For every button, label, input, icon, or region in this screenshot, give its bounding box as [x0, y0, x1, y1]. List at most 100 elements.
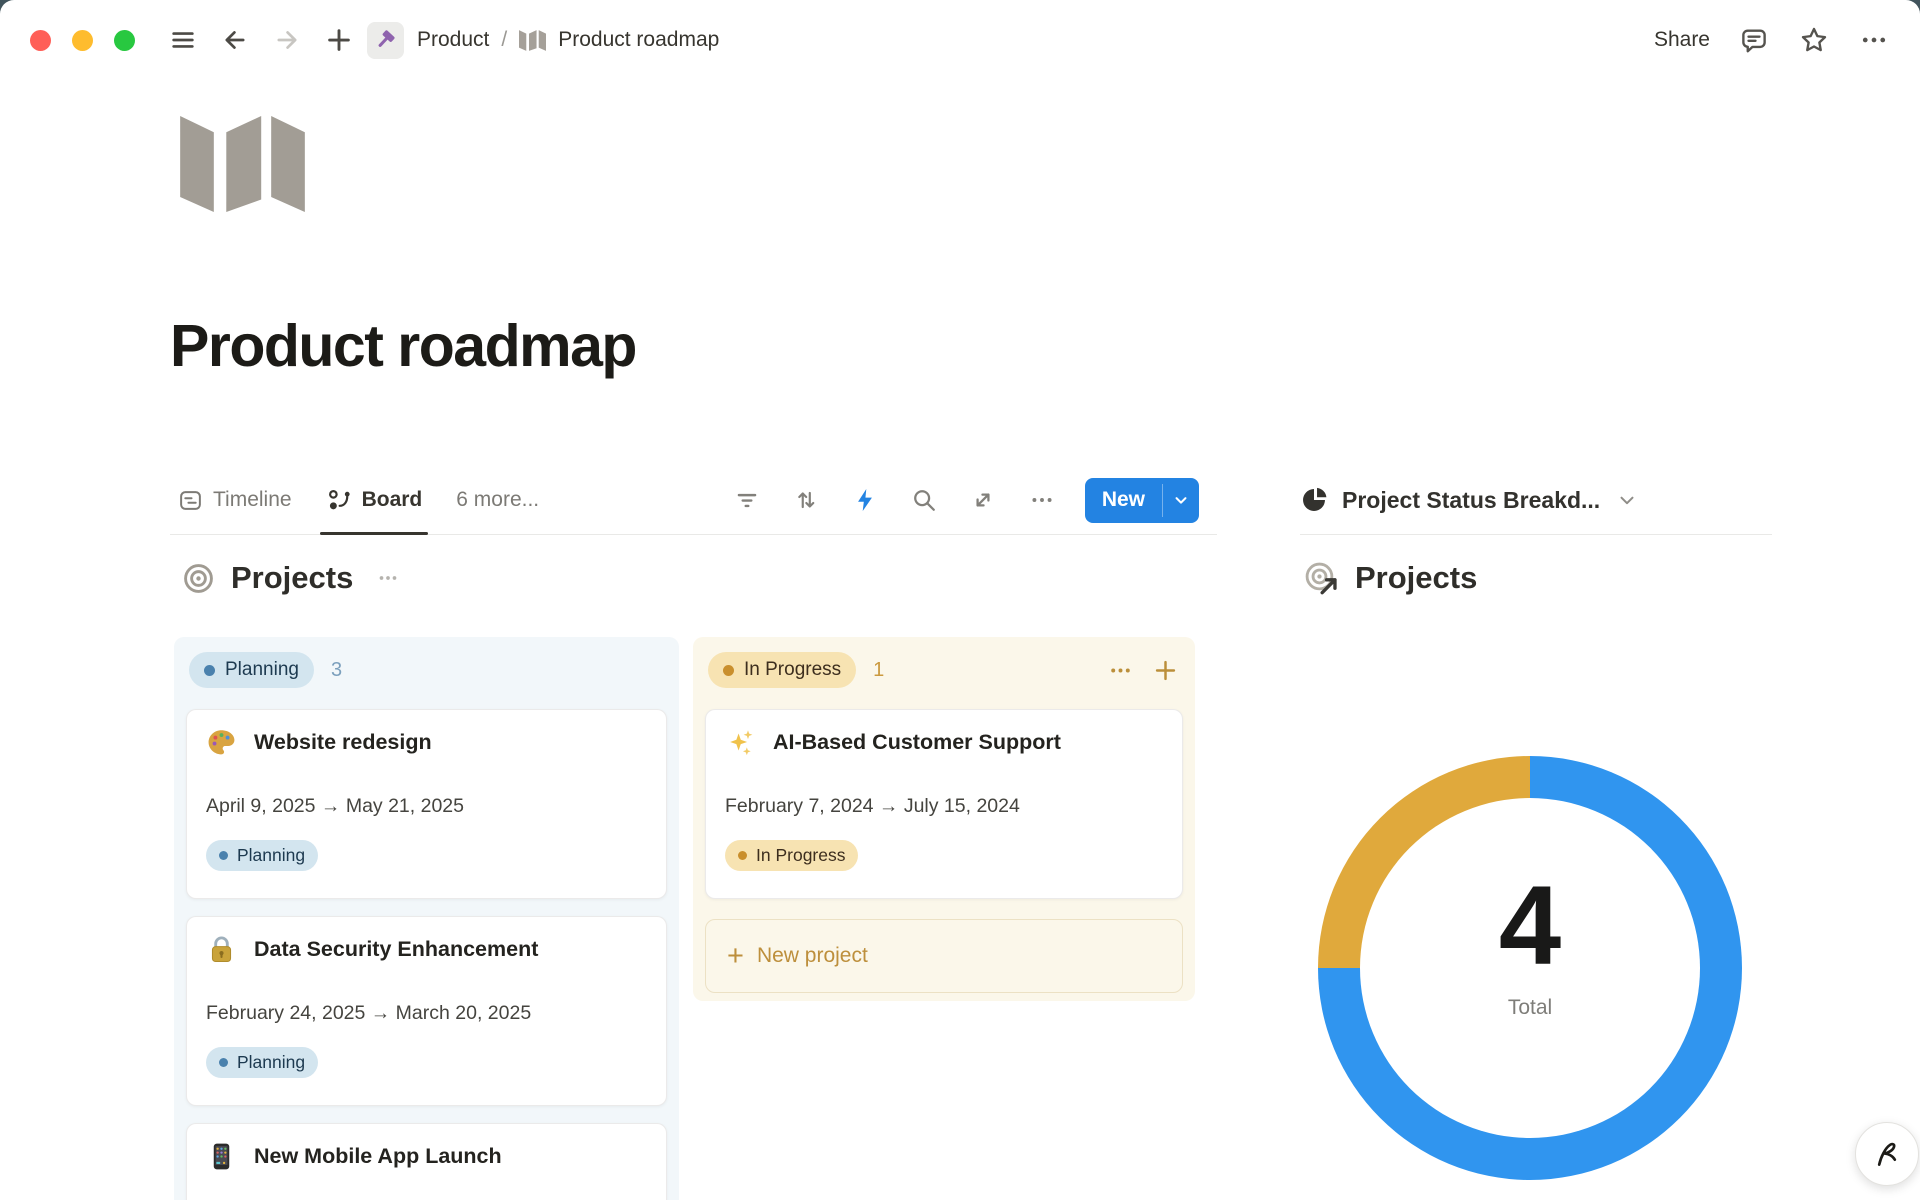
card-status-label: Planning [237, 845, 305, 866]
search-button[interactable] [908, 484, 940, 516]
automation-bolt-icon [852, 487, 878, 513]
automations-button[interactable] [849, 484, 881, 516]
chart-view-selector-label: Project Status Breakd... [1342, 487, 1600, 514]
new-tab-button[interactable] [323, 24, 355, 56]
app-window: Product / Product roadmap Share [0, 0, 1920, 1200]
new-button[interactable]: New [1085, 478, 1162, 523]
status-pill-planning[interactable]: Planning [189, 652, 314, 688]
card-status-tag: Planning [206, 840, 318, 871]
board-view-icon [326, 487, 352, 513]
status-pill-label: Planning [225, 659, 299, 681]
pie-chart-icon [1300, 486, 1328, 514]
status-dot [738, 851, 747, 860]
ai-scribble-icon [1870, 1137, 1904, 1171]
status-pill-in-progress[interactable]: In Progress [708, 652, 856, 688]
tab-timeline-label: Timeline [213, 488, 292, 512]
more-views-button[interactable]: 6 more... [456, 488, 539, 512]
expand-button[interactable] [967, 484, 999, 516]
column-header-in-progress: In Progress 1 [693, 637, 1195, 688]
new-project-label: New project [757, 944, 868, 968]
board-column-planning: Planning 3 Website redesign April 9, 202… [174, 637, 679, 1200]
card-status-tag: Planning [206, 1047, 318, 1078]
column-options-button[interactable] [1108, 658, 1133, 683]
card-status-label: Planning [237, 1052, 305, 1073]
filter-button[interactable] [731, 484, 763, 516]
donut-center: 4 Total [1318, 870, 1742, 1020]
notion-ai-button[interactable] [1855, 1122, 1919, 1186]
column-header-planning: Planning 3 [174, 637, 679, 688]
breadcrumb-teamspace[interactable]: Product [417, 28, 489, 52]
palette-icon [206, 727, 237, 758]
tab-timeline[interactable]: Timeline [170, 466, 300, 534]
new-button-dropdown[interactable] [1163, 478, 1199, 523]
card-dates: April 9, 2025 → May 21, 2025 [206, 795, 647, 818]
status-pill-label: In Progress [744, 659, 841, 681]
page-icon-button[interactable] [180, 116, 305, 212]
chart-view-selector[interactable]: Project Status Breakd... [1300, 466, 1772, 535]
board-column-in-progress: In Progress 1 AI-Based Customer Support [693, 637, 1195, 1001]
view-options-button[interactable] [1026, 484, 1058, 516]
zoom-window-button[interactable] [114, 30, 135, 51]
hammer-icon [373, 27, 399, 53]
card-dates: February 24, 2025 → March 20, 2025 [206, 1002, 647, 1025]
teamspace-icon-badge[interactable] [367, 22, 404, 59]
board-section-title[interactable]: Projects [231, 560, 353, 596]
new-project-button[interactable]: + New project [705, 919, 1183, 993]
column-add-card-button[interactable] [1152, 657, 1179, 684]
target-icon [182, 562, 215, 595]
nav-forward-button[interactable] [271, 24, 303, 56]
titlebar: Product / Product roadmap Share [0, 0, 1920, 80]
expand-icon [970, 487, 996, 513]
card-dates: February 7, 2024 → July 15, 2024 [725, 795, 1163, 818]
ellipsis-icon [1859, 25, 1889, 55]
status-dot [723, 665, 734, 676]
donut-total-label: Total [1318, 996, 1742, 1020]
view-bar: Timeline Board 6 more... [170, 466, 1217, 535]
minimize-window-button[interactable] [72, 30, 93, 51]
search-icon [911, 487, 937, 513]
breadcrumb-page[interactable]: Product roadmap [558, 28, 719, 52]
card-title: New Mobile App Launch [254, 1144, 502, 1169]
comment-icon [1739, 25, 1769, 55]
favorite-button[interactable] [1798, 24, 1830, 56]
card-status-tag: In Progress [725, 840, 858, 871]
project-card[interactable]: New Mobile App Launch May 1, 2025 → May … [186, 1123, 667, 1200]
project-card[interactable]: Website redesign April 9, 2025 → May 21,… [186, 709, 667, 899]
card-status-label: In Progress [756, 845, 845, 866]
new-entry-split-button: New [1085, 478, 1199, 523]
project-card[interactable]: Data Security Enhancement February 24, 2… [186, 916, 667, 1106]
card-title: Website redesign [254, 730, 432, 755]
chart-source-header: Projects [1304, 560, 1477, 596]
board-source-header: Projects [182, 560, 401, 596]
mobile-phone-icon [206, 1141, 237, 1172]
back-arrow-icon [221, 26, 249, 54]
sidebar-toggle-button[interactable] [167, 24, 199, 56]
status-dot [219, 1058, 228, 1067]
donut-total-value: 4 [1318, 870, 1742, 982]
lock-icon [206, 934, 237, 965]
nav-back-button[interactable] [219, 24, 251, 56]
timeline-view-icon [178, 488, 203, 513]
hamburger-menu-icon [169, 26, 197, 54]
tab-board-label: Board [362, 488, 423, 512]
sort-icon [793, 487, 819, 513]
close-window-button[interactable] [30, 30, 51, 51]
section-options-button[interactable] [375, 565, 401, 591]
status-dot [219, 851, 228, 860]
breadcrumb: Product / Product roadmap [367, 22, 719, 59]
chart-section-title[interactable]: Projects [1355, 560, 1477, 596]
project-card[interactable]: AI-Based Customer Support February 7, 20… [705, 709, 1183, 899]
sort-button[interactable] [790, 484, 822, 516]
status-dot [204, 665, 215, 676]
tab-board[interactable]: Board [318, 466, 431, 534]
share-button[interactable]: Share [1654, 28, 1710, 52]
window-controls [30, 30, 135, 51]
comments-button[interactable] [1738, 24, 1770, 56]
map-icon [519, 30, 546, 51]
sparkles-icon [725, 727, 756, 758]
linked-target-icon [1304, 561, 1339, 596]
card-title: Data Security Enhancement [254, 937, 538, 962]
page-options-button[interactable] [1858, 24, 1890, 56]
filter-icon [734, 487, 760, 513]
page-title: Product roadmap [170, 312, 636, 380]
